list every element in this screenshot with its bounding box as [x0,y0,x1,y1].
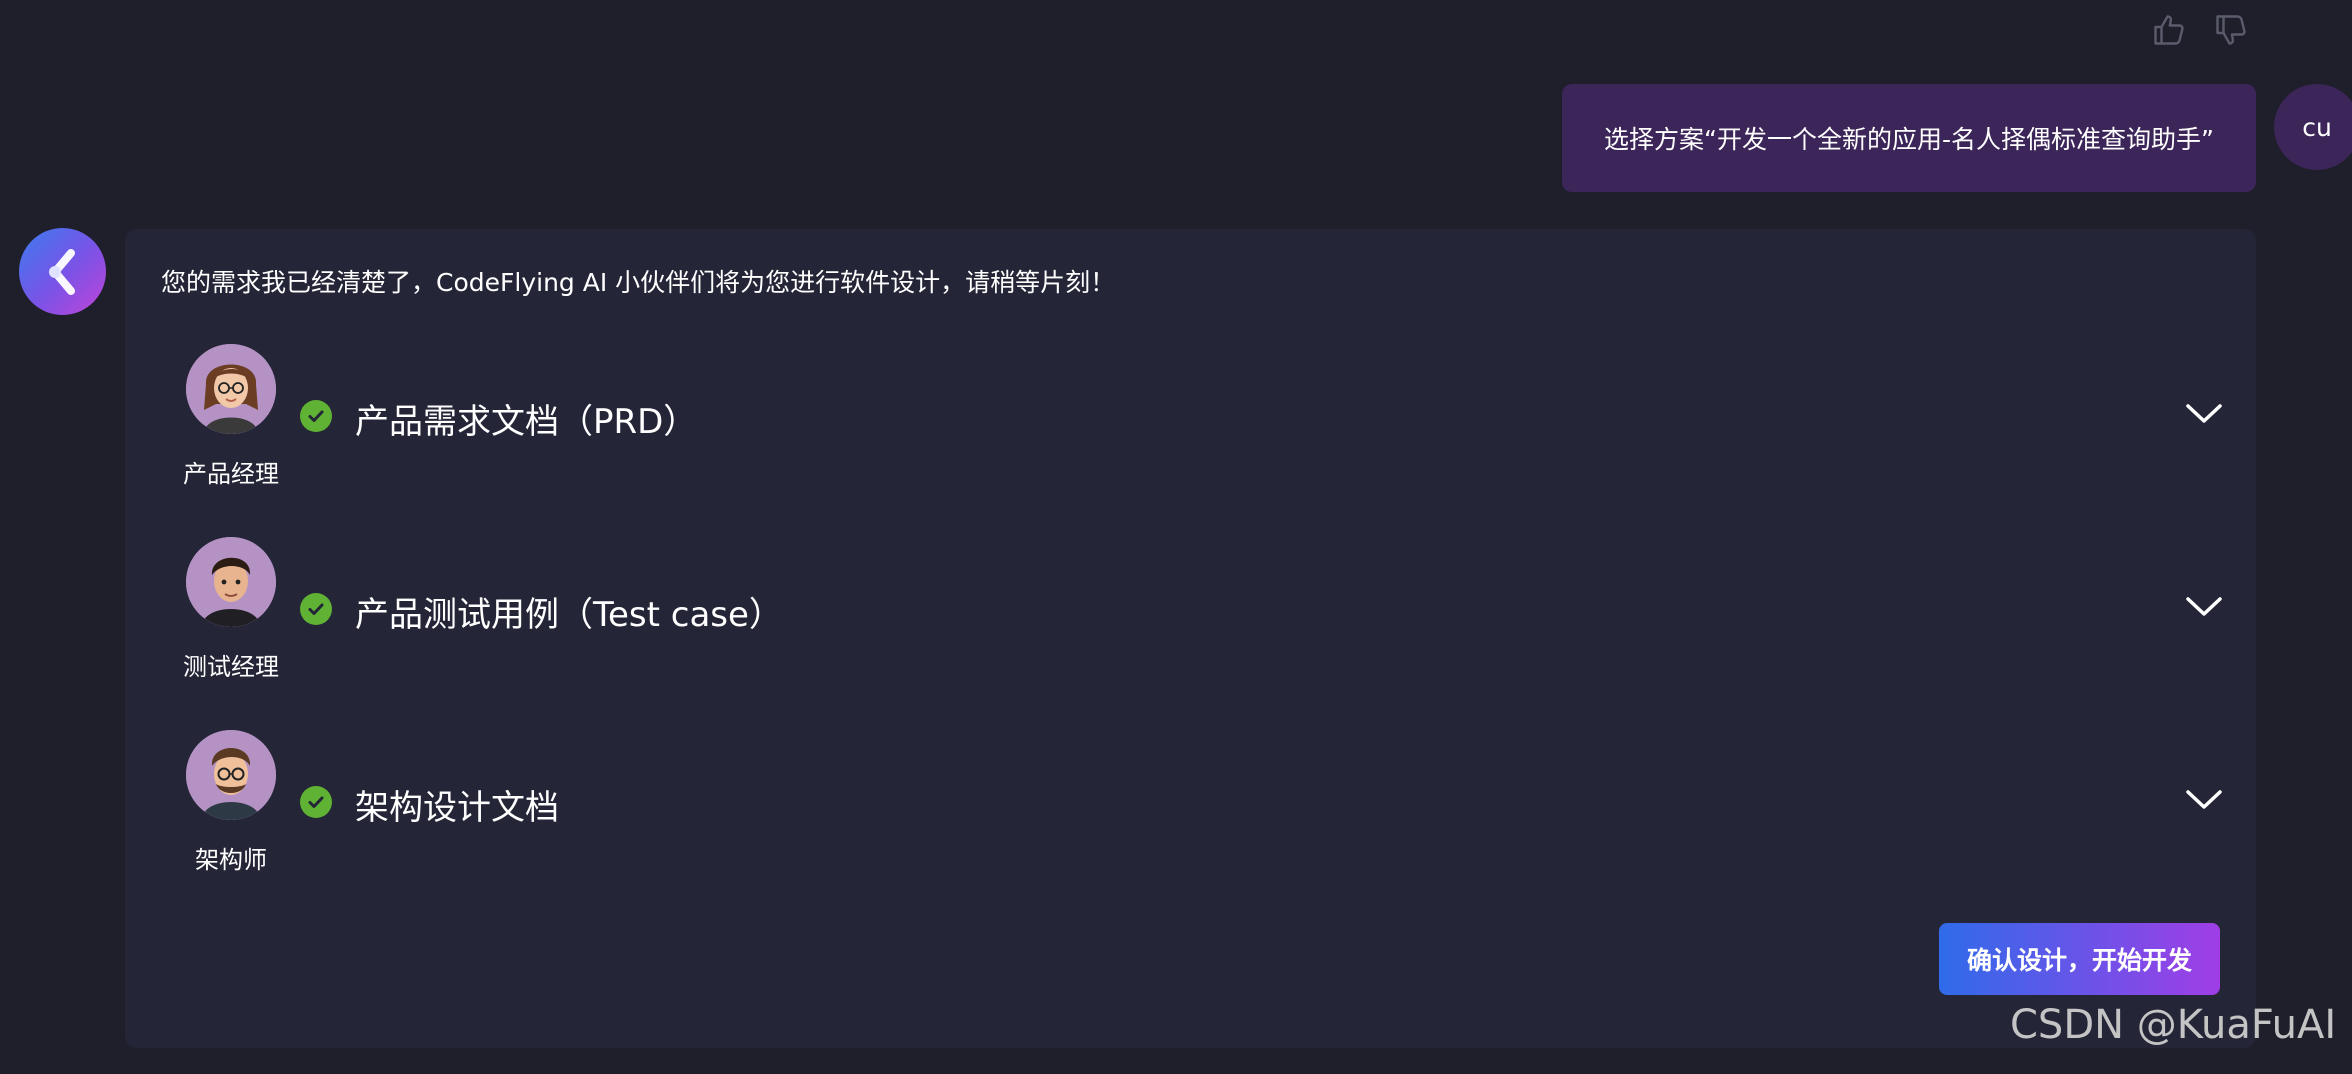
chevron-down-icon[interactable] [2184,399,2224,429]
product-manager-avatar [186,344,276,434]
role-block: 架构师 [161,730,301,875]
design-doc-row: 产品经理 产品需求文档（PRD） [125,344,2256,494]
design-doc-row: 架构师 架构设计文档 [125,730,2256,880]
watermark: CSDN @KuaFuAI [2010,1002,2337,1048]
role-name: 测试经理 [183,653,279,681]
chevron-down-icon[interactable] [2184,785,2224,815]
test-manager-avatar [186,537,276,627]
architect-avatar [186,730,276,820]
confirm-design-button[interactable]: 确认设计，开始开发 [1939,923,2220,995]
user-avatar[interactable]: cu [2274,84,2352,170]
design-doc-title: 架构设计文档 [355,788,559,828]
assistant-intro-text: 您的需求我已经清楚了，CodeFlying AI 小伙伴们将为您进行软件设计，请… [161,268,1116,297]
assistant-message-card: 您的需求我已经清楚了，CodeFlying AI 小伙伴们将为您进行软件设计，请… [125,229,2256,1048]
role-block: 产品经理 [161,344,301,489]
codeflying-logo-icon [19,228,106,315]
design-doc-title: 产品需求文档（PRD） [355,402,698,442]
role-block: 测试经理 [161,537,301,682]
design-doc-row: 测试经理 产品测试用例（Test case） [125,537,2256,687]
thumbs-up-icon[interactable] [2149,10,2189,50]
role-name: 架构师 [195,846,267,874]
check-circle-icon [300,400,332,432]
check-circle-icon [300,786,332,818]
thumbs-down-icon[interactable] [2211,10,2251,50]
design-doc-title: 产品测试用例（Test case） [355,595,783,635]
chevron-down-icon[interactable] [2184,592,2224,622]
check-circle-icon [300,593,332,625]
feedback-bar [2149,10,2251,50]
role-name: 产品经理 [183,460,279,488]
user-message-bubble: 选择方案“开发一个全新的应用-名人择偶标准查询助手” [1562,84,2256,192]
